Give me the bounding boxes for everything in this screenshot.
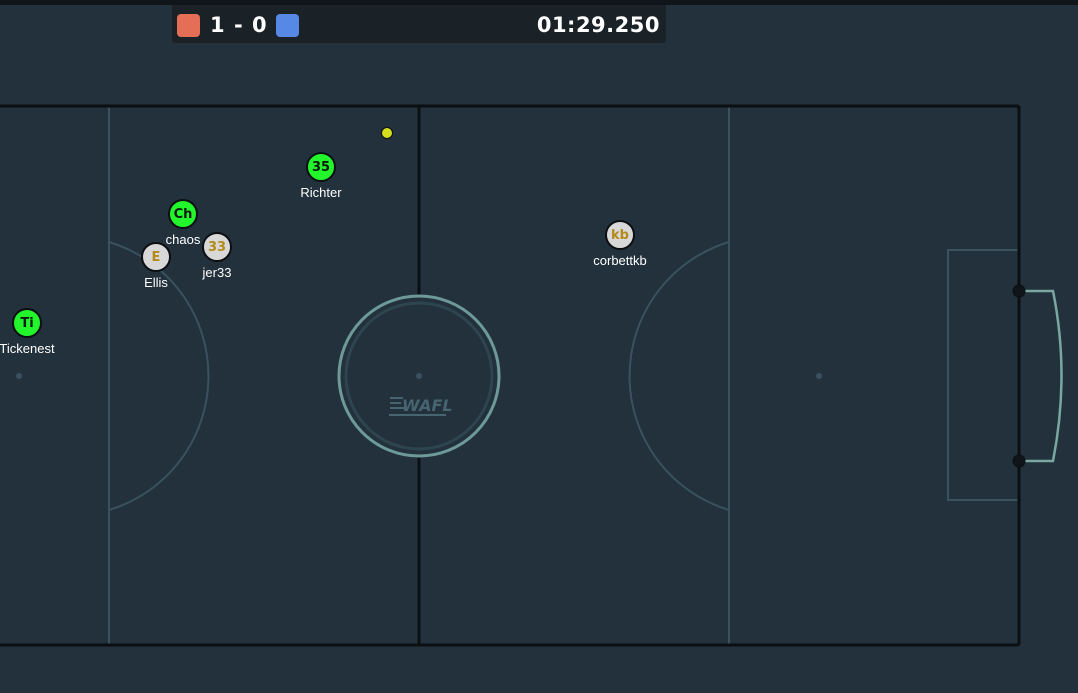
player-badge: 35 [306, 152, 336, 182]
player-badge: kb [605, 220, 635, 250]
player-name: corbettkb [593, 253, 647, 268]
player-name: Richter [300, 185, 342, 200]
player-badge: Ti [12, 308, 42, 338]
player-jer33[interactable]: 33 jer33 [202, 232, 232, 280]
player-tickenest[interactable]: Ti Tickenest [0, 308, 55, 356]
goal-post-top [1012, 284, 1026, 298]
left-spot [16, 373, 22, 379]
player-badge: 33 [202, 232, 232, 262]
pitch: WAFL [0, 104, 1063, 647]
right-arc [628, 241, 730, 511]
player-ellis[interactable]: E Ellis [141, 242, 171, 290]
player-name: Ellis [144, 275, 168, 290]
right-spot [816, 373, 822, 379]
goal-net [1019, 289, 1063, 463]
player-name: Tickenest [0, 341, 55, 356]
logo-text: WAFL [402, 396, 453, 415]
center-spot [416, 373, 422, 379]
player-corbettkb[interactable]: kb corbettkb [593, 220, 647, 268]
player-chaos[interactable]: Ch chaos [166, 199, 200, 247]
ball [381, 127, 393, 139]
player-badge: Ch [168, 199, 198, 229]
goal-post-bottom [1012, 454, 1026, 468]
player-name: jer33 [202, 265, 232, 280]
goal-box [947, 249, 1018, 501]
player-richter[interactable]: 35 Richter [300, 152, 342, 200]
player-badge: E [141, 242, 171, 272]
